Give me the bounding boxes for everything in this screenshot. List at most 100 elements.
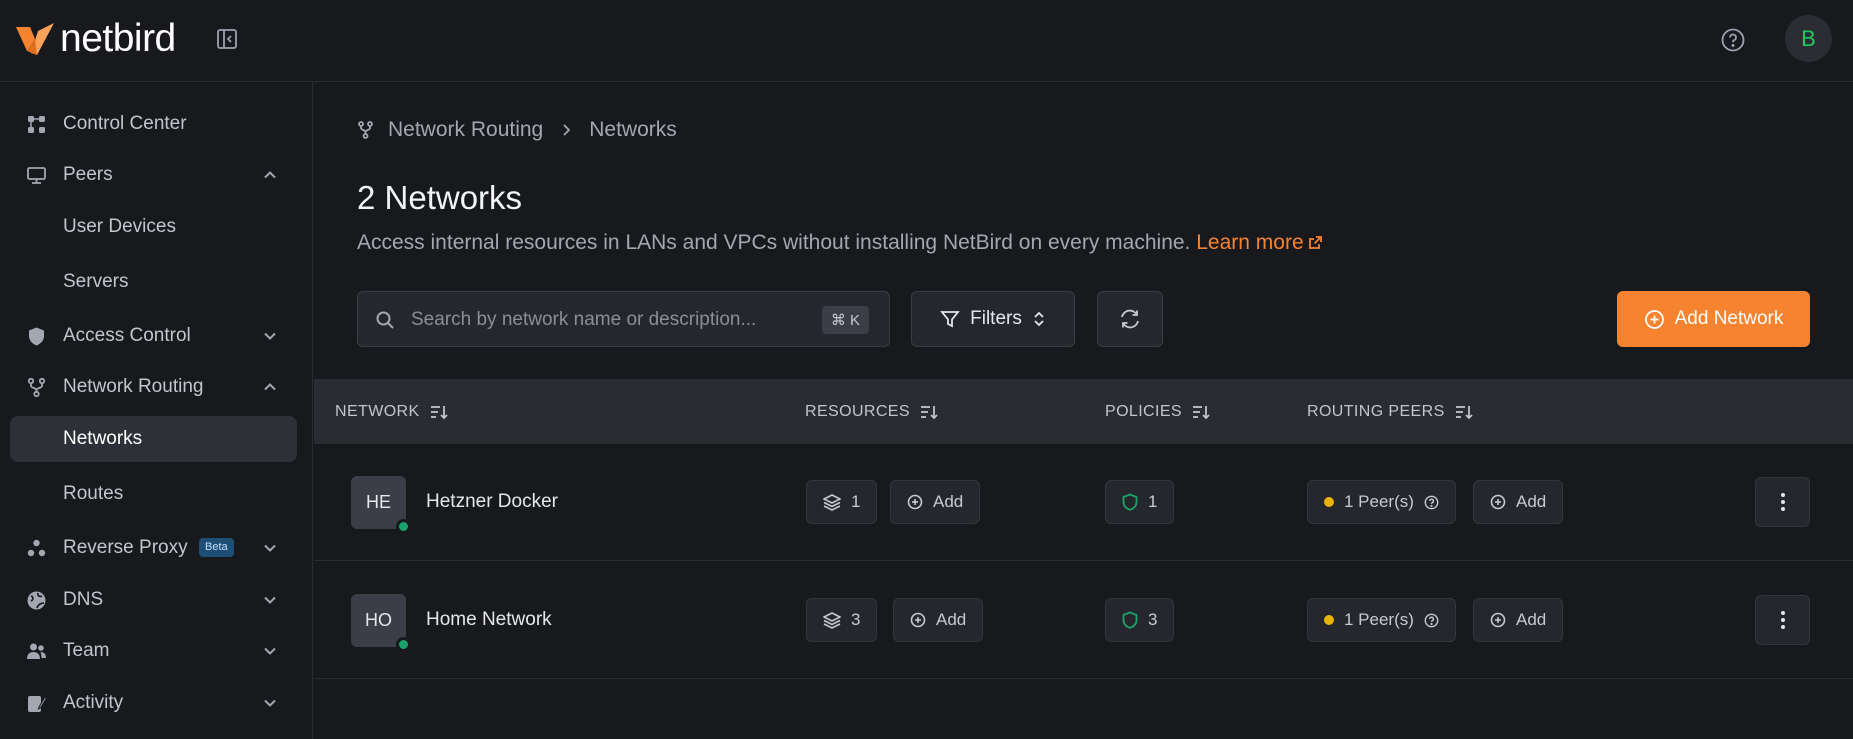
- netbird-logo-icon: [16, 23, 54, 55]
- network-routing-icon: [358, 121, 373, 139]
- plus-circle-icon: [907, 494, 923, 510]
- search-field: ⌘ K: [357, 291, 890, 347]
- chevron-down-icon: [262, 328, 278, 344]
- add-label: Add: [933, 492, 964, 511]
- column-routing-peers[interactable]: ROUTING PEERS: [1307, 403, 1473, 421]
- network-initials: HE: [365, 492, 391, 512]
- network-name[interactable]: Hetzner Docker: [426, 491, 558, 513]
- table-row[interactable]: HE Hetzner Docker 1 Add 1 1 Peer(s) Add: [314, 444, 1853, 561]
- network-avatar: HO: [351, 594, 411, 652]
- resources-count-button[interactable]: 3: [806, 598, 878, 642]
- description-text: Access internal resources in LANs and VP…: [357, 231, 1191, 254]
- netbird-logo[interactable]: netbird: [16, 19, 176, 59]
- routing-peers-count: 1 Peer(s): [1344, 610, 1414, 629]
- plus-circle-icon: [1490, 494, 1506, 510]
- chevron-up-icon: [262, 379, 278, 395]
- monitor-icon: [26, 165, 47, 186]
- network-name[interactable]: Home Network: [426, 609, 552, 631]
- sidebar-item-label: Network Routing: [63, 376, 204, 397]
- network-initials: HO: [365, 610, 392, 630]
- layers-icon: [823, 494, 841, 511]
- chevron-down-icon: [262, 592, 278, 608]
- row-actions-button[interactable]: [1755, 477, 1810, 527]
- add-routing-peer-button[interactable]: Add: [1473, 480, 1564, 524]
- resources-count: 3: [851, 610, 861, 629]
- peer-status-dot: [1324, 497, 1334, 507]
- more-vertical-icon: [1780, 611, 1785, 629]
- routing-peers-button[interactable]: 1 Peer(s): [1307, 480, 1456, 524]
- help-icon[interactable]: [1720, 27, 1746, 53]
- policies-count: 1: [1148, 492, 1158, 511]
- column-policies[interactable]: POLICIES: [1105, 403, 1210, 421]
- sidebar-item-user-devices[interactable]: User Devices: [10, 204, 297, 250]
- network-routing-icon: [26, 377, 47, 398]
- resources-count: 1: [851, 492, 861, 511]
- breadcrumb-network-routing[interactable]: Network Routing: [388, 118, 543, 142]
- search-input[interactable]: [411, 306, 791, 334]
- policies-count: 3: [1148, 610, 1158, 629]
- sidebar-item-label: Access Control: [63, 325, 191, 346]
- layers-icon: [823, 612, 841, 629]
- sidebar-item-servers[interactable]: Servers: [10, 259, 297, 305]
- sidebar-item-reverse-proxy[interactable]: Reverse Proxy Beta: [10, 525, 297, 571]
- table-row[interactable]: HO Home Network 3 Add 3 1 Peer(s) Add: [314, 562, 1853, 679]
- sidebar-item-label: Servers: [63, 271, 129, 292]
- chevron-down-icon: [262, 695, 278, 711]
- activity-icon: [26, 693, 47, 714]
- sidebar-item-label: Peers: [63, 164, 113, 185]
- sidebar-item-dns[interactable]: DNS: [10, 577, 297, 623]
- reverse-proxy-icon: [26, 538, 47, 559]
- plus-circle-icon: [910, 612, 926, 628]
- policies-count-button[interactable]: 3: [1105, 598, 1175, 642]
- keyboard-shortcut-hint: ⌘ K: [821, 306, 869, 334]
- column-resources[interactable]: RESOURCES: [805, 403, 938, 421]
- user-avatar[interactable]: B: [1785, 15, 1832, 62]
- sidebar-item-label: Control Center: [63, 113, 187, 134]
- sidebar-item-label: Team: [63, 640, 110, 661]
- filters-button[interactable]: Filters: [911, 291, 1075, 347]
- column-network[interactable]: NETWORK: [335, 403, 448, 421]
- filter-icon: [940, 311, 960, 328]
- chevron-up-icon: [262, 167, 278, 183]
- sidebar-item-networks[interactable]: Networks: [10, 416, 297, 462]
- learn-more-link[interactable]: Learn more: [1196, 231, 1322, 254]
- column-label: RESOURCES: [805, 403, 910, 420]
- sidebar-item-team[interactable]: Team: [10, 628, 297, 674]
- add-resource-button[interactable]: Add: [893, 598, 984, 642]
- network-avatar: HE: [351, 476, 411, 534]
- globe-icon: [26, 590, 47, 611]
- sidebar-item-label: Routes: [63, 483, 124, 504]
- chevrons-up-down-icon: [1034, 311, 1044, 327]
- add-network-button[interactable]: Add Network: [1617, 291, 1810, 347]
- page-title: 2 Networks: [357, 179, 523, 216]
- sort-icon: [430, 406, 448, 420]
- sidebar-item-network-routing[interactable]: Network Routing: [10, 364, 297, 410]
- add-resource-button[interactable]: Add: [890, 480, 981, 524]
- refresh-button[interactable]: [1097, 291, 1163, 347]
- routing-peers-button[interactable]: 1 Peer(s): [1307, 598, 1456, 642]
- sidebar-item-label: DNS: [63, 589, 104, 610]
- status-dot: [396, 519, 411, 534]
- sidebar-collapse-icon[interactable]: [216, 28, 238, 50]
- row-actions-button[interactable]: [1755, 595, 1810, 645]
- column-label: ROUTING PEERS: [1307, 403, 1445, 420]
- sidebar-item-label: Activity: [63, 692, 124, 713]
- sidebar-item-peers[interactable]: Peers: [10, 152, 297, 198]
- add-network-label: Add Network: [1674, 308, 1784, 329]
- shield-icon: [1122, 493, 1138, 511]
- top-bar: netbird B: [0, 0, 1853, 82]
- plus-circle-icon: [1644, 309, 1664, 329]
- sidebar-item-access-control[interactable]: Access Control: [10, 313, 297, 359]
- search-icon: [375, 310, 395, 330]
- sidebar-item-activity[interactable]: Activity: [10, 680, 297, 726]
- add-routing-peer-button[interactable]: Add: [1473, 598, 1564, 642]
- policies-count-button[interactable]: 1: [1105, 480, 1175, 524]
- shield-icon: [26, 326, 47, 347]
- sidebar-item-routes[interactable]: Routes: [10, 471, 297, 517]
- sort-icon: [920, 406, 938, 420]
- sidebar-item-control-center[interactable]: Control Center: [10, 101, 297, 147]
- refresh-icon: [1121, 309, 1139, 329]
- resources-count-button[interactable]: 1: [806, 480, 878, 524]
- chevron-down-icon: [262, 643, 278, 659]
- breadcrumb-networks[interactable]: Networks: [589, 118, 677, 142]
